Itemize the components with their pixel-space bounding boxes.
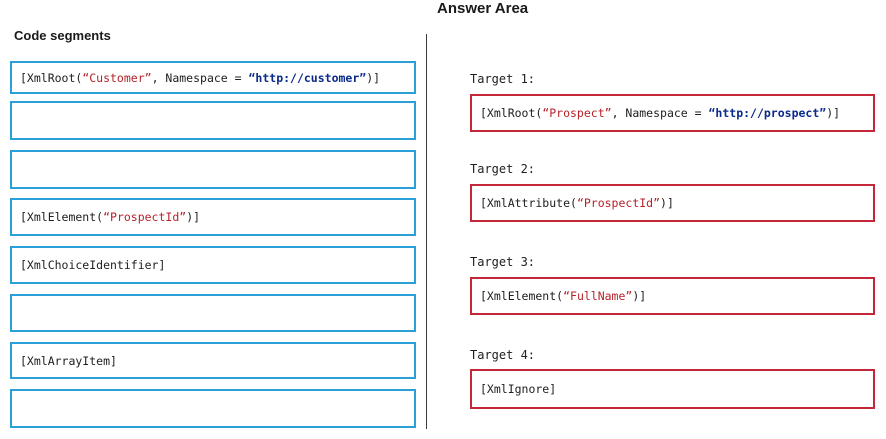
code-segment-5-text: [XmlChoiceIdentifier] xyxy=(20,258,166,272)
code-segment-4[interactable]: [XmlElement(“ProspectId”)] xyxy=(10,198,416,236)
target-1-dropzone[interactable]: [XmlRoot(“Prospect”, Namespace = “http:/… xyxy=(470,94,875,132)
code-segment-2-empty[interactable] xyxy=(10,101,416,140)
target-2-text: [XmlAttribute(“ProspectId”)] xyxy=(480,196,674,210)
code-segment-7[interactable]: [XmlArrayItem] xyxy=(10,342,416,379)
target-2-label: Target 2: xyxy=(470,162,536,176)
target-1-text: [XmlRoot(“Prospect”, Namespace = “http:/… xyxy=(480,106,841,120)
target-3-text: [XmlElement(“FullName”)] xyxy=(480,289,647,303)
target-4-text: [XmlIgnore] xyxy=(480,382,557,396)
code-segment-1[interactable]: [XmlRoot(“Customer”, Namespace = “http:/… xyxy=(10,61,416,94)
code-segment-4-text: [XmlElement(“ProspectId”)] xyxy=(20,210,201,224)
target-3-label: Target 3: xyxy=(470,255,536,269)
target-4-label: Target 4: xyxy=(470,348,536,362)
code-segment-8-empty[interactable] xyxy=(10,389,416,428)
column-divider xyxy=(426,34,427,429)
target-1-label: Target 1: xyxy=(470,72,536,86)
code-segment-1-text: [XmlRoot(“Customer”, Namespace = “http:/… xyxy=(20,70,381,85)
code-segment-3-empty[interactable] xyxy=(10,150,416,189)
target-2-dropzone[interactable]: [XmlAttribute(“ProspectId”)] xyxy=(470,184,875,222)
code-segment-6-empty[interactable] xyxy=(10,294,416,332)
target-4-dropzone[interactable]: [XmlIgnore] xyxy=(470,369,875,409)
answer-area-title: Answer Area xyxy=(437,0,529,17)
code-segment-5[interactable]: [XmlChoiceIdentifier] xyxy=(10,246,416,284)
target-3-dropzone[interactable]: [XmlElement(“FullName”)] xyxy=(470,277,875,315)
code-segments-title: Code segments xyxy=(14,28,111,43)
code-segment-7-text: [XmlArrayItem] xyxy=(20,353,117,368)
